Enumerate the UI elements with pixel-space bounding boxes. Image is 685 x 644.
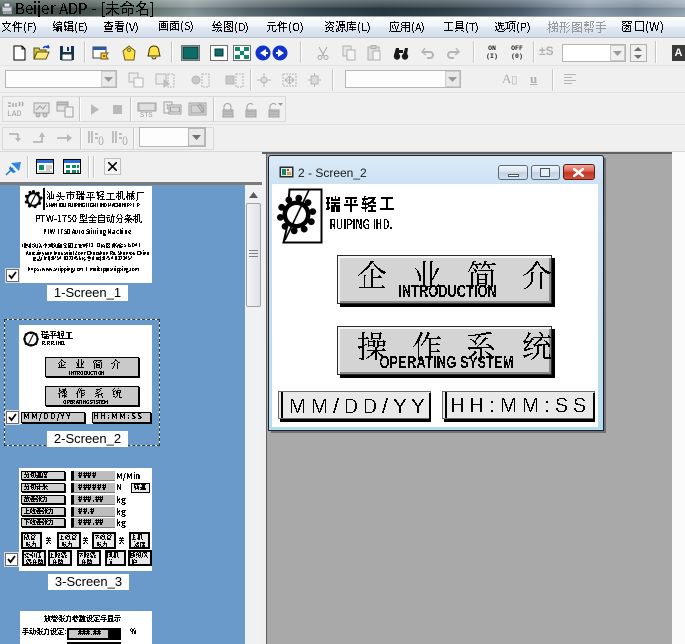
svg-text:LAD: LAD	[7, 110, 22, 118]
svg-text:(): ()	[122, 135, 128, 145]
svg-text:(): ()	[98, 135, 104, 145]
svg-text:STS: STS	[140, 112, 153, 118]
